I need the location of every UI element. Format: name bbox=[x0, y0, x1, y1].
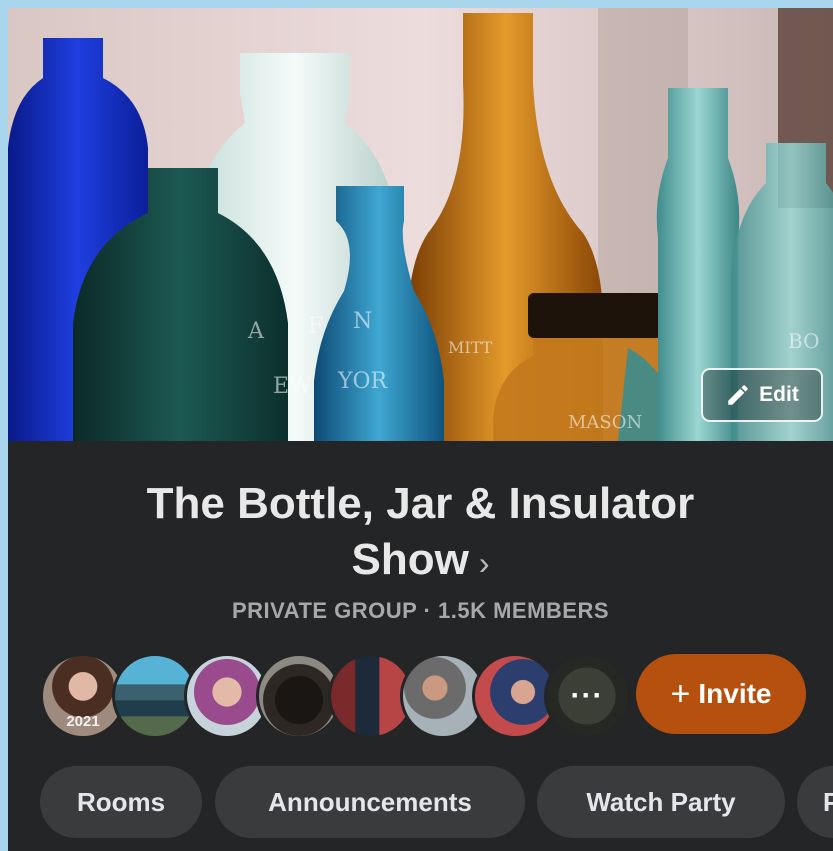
edit-cover-button[interactable]: Edit bbox=[701, 368, 823, 422]
invite-button[interactable]: + Invite bbox=[636, 654, 806, 734]
invite-label: Invite bbox=[698, 678, 772, 709]
avatar-tag: 2021 bbox=[66, 713, 100, 730]
more-members-button[interactable]: ··· bbox=[544, 653, 630, 739]
pencil-icon bbox=[728, 385, 748, 405]
svg-text:N: N bbox=[353, 309, 372, 334]
tab-partial[interactable]: P bbox=[797, 766, 833, 838]
edit-cover-label: Edit bbox=[759, 383, 799, 406]
group-title-line-2: Show › bbox=[8, 532, 833, 591]
svg-text:EW: EW bbox=[273, 374, 312, 399]
plus-icon: + bbox=[670, 674, 691, 713]
tab-rooms[interactable]: Rooms bbox=[40, 766, 202, 838]
group-tabs: Rooms Announcements Watch Party P bbox=[40, 766, 833, 838]
group-meta: PRIVATE GROUP · 1.5K MEMBERS bbox=[231, 598, 610, 623]
group-title-line-1: The Bottle, Jar & Insulator bbox=[146, 479, 695, 528]
svg-text:MITT: MITT bbox=[448, 338, 493, 357]
group-header: A F N EW YOR MITT MASON BO Edit The Bottle,… bbox=[8, 8, 833, 851]
chevron-right-icon: › bbox=[478, 545, 490, 581]
cover-photo[interactable]: A F N EW YOR MITT MASON BO Edit bbox=[8, 8, 833, 441]
svg-text:MASON: MASON bbox=[568, 412, 642, 433]
svg-text:BO: BO bbox=[788, 329, 819, 353]
svg-text:F: F bbox=[308, 314, 323, 339]
svg-text:A: A bbox=[247, 319, 265, 344]
svg-text:YOR: YOR bbox=[337, 369, 389, 394]
group-title-text: Show bbox=[351, 535, 469, 584]
tab-announcements[interactable]: Announcements bbox=[215, 766, 525, 838]
group-title[interactable]: The Bottle, Jar & Insulator Show › bbox=[8, 476, 833, 591]
tab-watch-party[interactable]: Watch Party bbox=[537, 766, 785, 838]
